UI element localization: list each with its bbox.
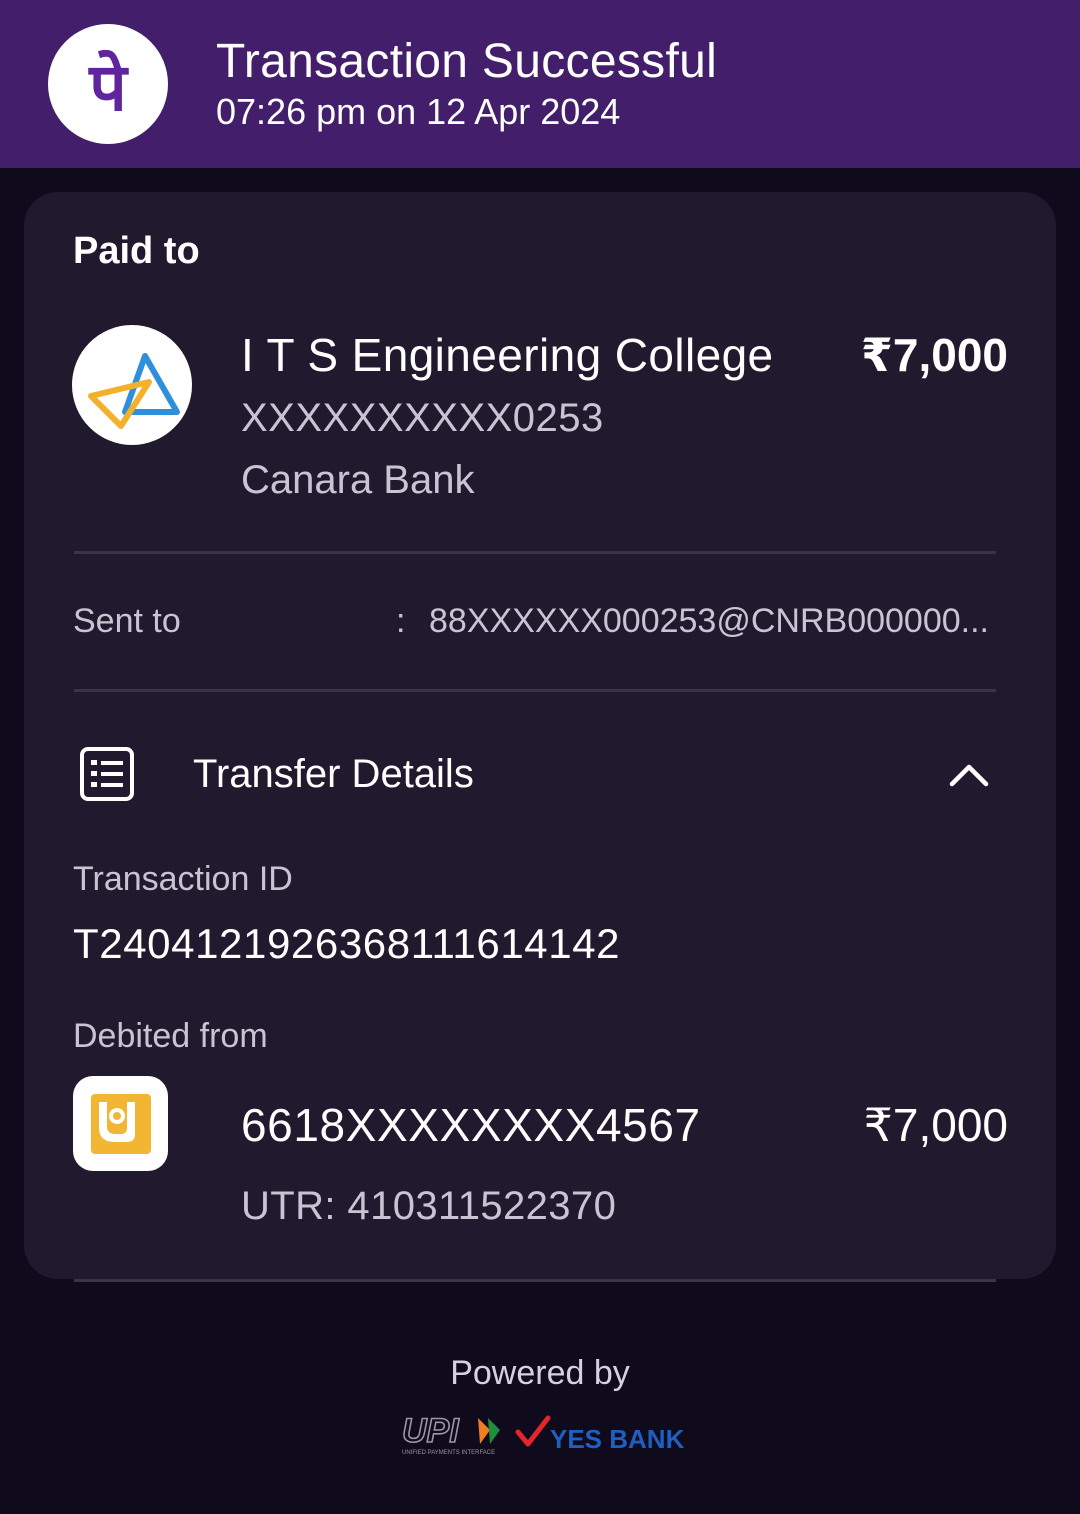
transfer-details-heading[interactable]: Transfer Details — [193, 752, 474, 797]
transaction-id-value[interactable]: T2404121926368111614142 — [73, 920, 620, 968]
paid-amount: ₹7,000 — [860, 329, 1008, 381]
divider — [74, 689, 996, 692]
svg-text:UNIFIED PAYMENTS INTERFACE: UNIFIED PAYMENTS INTERFACE — [402, 1450, 495, 1456]
sent-to-upi-id[interactable]: 88XXXXXX000253@CNRB000000... — [429, 602, 999, 641]
payee-bank-name: Canara Bank — [241, 458, 475, 502]
svg-text:UPI: UPI — [402, 1412, 460, 1450]
powered-by-label: Powered by — [450, 1354, 630, 1392]
svg-text:YES BANK: YES BANK — [550, 1424, 685, 1454]
debit-amount: ₹7,000 — [863, 1099, 1008, 1151]
svg-text:पे: पे — [87, 49, 129, 126]
transaction-datetime: 07:26 pm on 12 Apr 2024 — [216, 91, 621, 132]
footer-logos: UPI UNIFIED PAYMENTS INTERFACE YES BANK — [400, 1410, 690, 1460]
transaction-card: Paid to I T S Engineering College ₹7,000… — [24, 192, 1056, 1279]
debited-from-label: Debited from — [73, 1017, 268, 1055]
debit-account-number: 6618XXXXXXXX4567 — [241, 1099, 701, 1151]
phonepe-logo-icon: पे — [48, 24, 168, 144]
sent-to-label: Sent to — [73, 602, 181, 640]
college-logo-icon — [72, 325, 192, 445]
paid-to-label: Paid to — [73, 230, 200, 272]
page-title: Transaction Successful — [216, 35, 718, 88]
punjab-national-bank-logo-icon — [73, 1076, 168, 1171]
divider — [74, 1279, 996, 1282]
chevron-up-icon[interactable] — [948, 754, 990, 796]
payee-name: I T S Engineering College — [241, 329, 774, 381]
payee-account-number: XXXXXXXXXX0253 — [241, 396, 604, 440]
divider — [74, 551, 996, 554]
header-bar: पे Transaction Successful 07:26 pm on 12… — [0, 0, 1080, 168]
receipt-list-icon — [79, 746, 135, 802]
transaction-id-label: Transaction ID — [73, 860, 293, 898]
yes-bank-logo: YES BANK — [515, 1415, 685, 1454]
utr-number[interactable]: UTR: 410311522370 — [241, 1184, 616, 1229]
upi-logo: UPI UNIFIED PAYMENTS INTERFACE — [401, 1411, 500, 1456]
sent-to-separator: : — [396, 602, 406, 640]
